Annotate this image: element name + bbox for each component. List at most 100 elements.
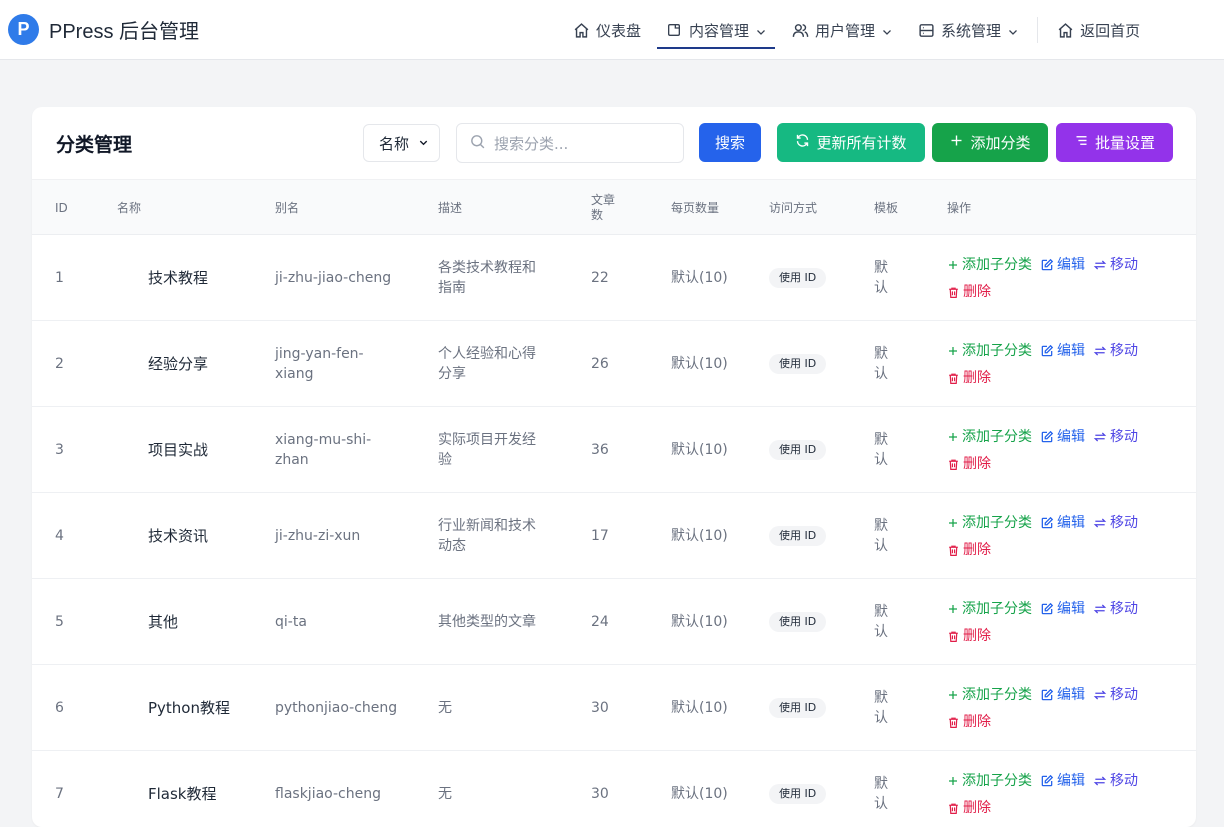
cell-name: 经验分享: [148, 355, 209, 373]
cell-access: 使用 ID: [769, 579, 827, 665]
add-child-button[interactable]: 添加子分类: [947, 341, 1032, 361]
move-button[interactable]: 移动: [1093, 513, 1138, 533]
move-button[interactable]: 移动: [1093, 771, 1138, 791]
add-child-button[interactable]: 添加子分类: [947, 771, 1032, 791]
cell-id: 5: [55, 614, 64, 630]
cell-access: 使用 ID: [769, 493, 827, 579]
server-icon: [917, 21, 935, 39]
col-count: 文章数: [591, 193, 616, 222]
delete-button[interactable]: 删除: [947, 712, 991, 732]
delete-button[interactable]: 删除: [947, 282, 991, 302]
delete-button[interactable]: 删除: [947, 454, 991, 474]
delete-button[interactable]: 删除: [947, 626, 991, 646]
edit-button[interactable]: 编辑: [1040, 341, 1085, 361]
col-slug: 别名: [275, 200, 300, 215]
cell-template: 默认: [874, 260, 888, 296]
nav-item-home[interactable]: 返回首页: [1044, 0, 1152, 60]
brand-logo: P: [8, 14, 39, 45]
cell-access: 使用 ID: [769, 235, 827, 321]
nav-label: 用户管理: [815, 21, 876, 40]
nav-item-content[interactable]: 内容管理: [653, 0, 779, 60]
swap-icon: [1093, 776, 1107, 786]
delete-button[interactable]: 删除: [947, 798, 991, 818]
home-icon: [572, 21, 590, 39]
plus-icon: [949, 777, 957, 785]
add-child-button[interactable]: 添加子分类: [947, 513, 1032, 533]
move-button[interactable]: 移动: [1093, 685, 1138, 705]
page-title: 分类管理: [56, 133, 133, 156]
plus-icon: [949, 605, 957, 613]
cell-name: 其他: [148, 613, 179, 631]
add-child-button[interactable]: 添加子分类: [947, 427, 1032, 447]
nav-divider: [1037, 17, 1039, 43]
table-row: 5 其他 qi-ta 其他类型的文章 24 默认(10) 使用 ID 默认 添加…: [32, 579, 1196, 665]
edit-button[interactable]: 编辑: [1040, 255, 1085, 275]
card-header: 分类管理 名称 搜索分类... 搜索 更新所有计数 添加分类 批量设置: [32, 107, 1196, 179]
swap-icon: [1093, 432, 1107, 442]
edit-icon: [1041, 774, 1054, 787]
move-button[interactable]: 移动: [1093, 427, 1138, 447]
main-nav: 仪表盘 内容管理 用户管理 系统管理 返回首页: [560, 0, 1152, 60]
cell-count: 30: [591, 786, 609, 802]
cell-name: Flask教程: [148, 785, 217, 803]
plus-icon: [949, 433, 957, 441]
col-per-page: 每页数量: [671, 200, 720, 215]
nav-item-system[interactable]: 系统管理: [905, 0, 1031, 60]
table-row: 3 项目实战 xiang-mu-shi-zhan 实际项目开发经验 36 默认(…: [32, 407, 1196, 493]
access-badge: 使用 ID: [769, 784, 827, 804]
move-button[interactable]: 移动: [1093, 599, 1138, 619]
nav-item-dashboard[interactable]: 仪表盘: [560, 0, 653, 60]
chevron-down-icon: [418, 134, 429, 152]
access-badge: 使用 ID: [769, 612, 827, 632]
cell-ops: 添加子分类 编辑 移动 删除: [947, 751, 1187, 827]
search-input[interactable]: 搜索分类...: [456, 123, 684, 163]
edit-button[interactable]: 编辑: [1040, 771, 1085, 791]
delete-button[interactable]: 删除: [947, 368, 991, 388]
cell-id: 6: [55, 700, 64, 716]
cell-name: Python教程: [148, 699, 230, 717]
cell-count: 22: [591, 270, 609, 286]
col-ops: 操作: [947, 200, 972, 215]
nav-label: 系统管理: [941, 21, 1002, 40]
cell-count: 36: [591, 442, 609, 458]
cell-id: 2: [55, 356, 64, 372]
delete-button[interactable]: 删除: [947, 540, 991, 560]
col-access: 访问方式: [769, 200, 818, 215]
batch-settings-button[interactable]: 批量设置: [1056, 123, 1173, 162]
search-button[interactable]: 搜索: [699, 123, 761, 162]
filter-field-select[interactable]: 名称: [363, 124, 440, 162]
refresh-icon: [795, 133, 810, 152]
update-counts-button[interactable]: 更新所有计数: [777, 123, 925, 162]
access-badge: 使用 ID: [769, 268, 827, 288]
move-button[interactable]: 移动: [1093, 341, 1138, 361]
cell-per-page: 默认(10): [671, 614, 728, 630]
add-child-button[interactable]: 添加子分类: [947, 599, 1032, 619]
plus-icon: [949, 133, 964, 152]
edit-button[interactable]: 编辑: [1040, 599, 1085, 619]
access-badge: 使用 ID: [769, 354, 827, 374]
top-navbar: P PPress 后台管理 仪表盘 内容管理 用户管理 系统管理 返回首页: [0, 0, 1224, 60]
plus-icon: [949, 519, 957, 527]
cell-id: 4: [55, 528, 64, 544]
table-row: 2 经验分享 jing-yan-fen-xiang 个人经验和心得分享 26 默…: [32, 321, 1196, 407]
swap-icon: [1093, 346, 1107, 356]
cell-template: 默认: [874, 346, 888, 382]
select-value: 名称: [379, 134, 410, 153]
col-desc: 描述: [438, 200, 463, 215]
cell-slug: jing-yan-fen-xiang: [275, 346, 364, 382]
edit-button[interactable]: 编辑: [1040, 513, 1085, 533]
cell-ops: 添加子分类 编辑 移动 删除: [947, 407, 1187, 493]
add-child-button[interactable]: 添加子分类: [947, 255, 1032, 275]
edit-button[interactable]: 编辑: [1040, 427, 1085, 447]
cell-ops: 添加子分类 编辑 移动 删除: [947, 579, 1187, 665]
add-child-button[interactable]: 添加子分类: [947, 685, 1032, 705]
nav-item-users[interactable]: 用户管理: [779, 0, 905, 60]
move-button[interactable]: 移动: [1093, 255, 1138, 275]
table-row: 6 Python教程 pythonjiao-cheng 无 30 默认(10) …: [32, 665, 1196, 751]
cell-desc: 实际项目开发经验: [438, 432, 536, 468]
brand[interactable]: P PPress 后台管理: [8, 14, 199, 45]
edit-icon: [1041, 516, 1054, 529]
edit-button[interactable]: 编辑: [1040, 685, 1085, 705]
add-category-button[interactable]: 添加分类: [932, 123, 1048, 162]
search-icon: [469, 133, 486, 154]
